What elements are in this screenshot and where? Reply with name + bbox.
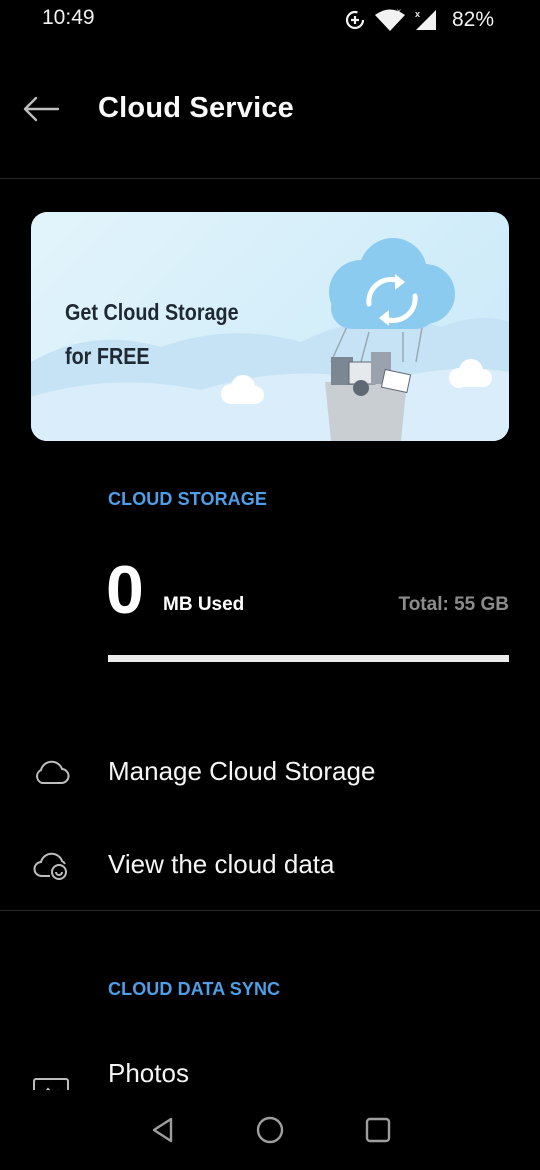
storage-used-unit: MB Used xyxy=(163,594,245,615)
promo-banner[interactable]: Get Cloud Storage for FREE xyxy=(31,212,509,441)
arrow-left-icon xyxy=(23,96,60,122)
back-triangle-icon xyxy=(152,1117,173,1143)
cloud-storage-header: CLOUD STORAGE xyxy=(108,489,267,509)
promo-line-1: Get Cloud Storage xyxy=(65,299,239,325)
status-bar: 10:49 x x 82% xyxy=(0,0,540,40)
cloud-view-icon xyxy=(32,847,70,883)
recents-square-icon xyxy=(365,1117,391,1143)
menu-label-manage: Manage Cloud Storage xyxy=(108,756,376,786)
status-time: 10:49 xyxy=(42,6,95,29)
menu-label-photos: Photos xyxy=(108,1058,189,1088)
promo-text: Get Cloud Storage for FREE xyxy=(65,290,239,378)
photos-sync-item[interactable]: Photos xyxy=(0,1034,540,1090)
data-saver-icon xyxy=(345,10,365,30)
storage-total: Total: 55 GB xyxy=(398,594,510,615)
promo-line-2: for FREE xyxy=(65,343,150,369)
wifi-icon: x xyxy=(374,8,405,31)
cloud-data-sync-header: CLOUD DATA SYNC xyxy=(108,979,281,999)
page-title: Cloud Service xyxy=(98,92,294,124)
nav-home-button[interactable] xyxy=(248,1108,292,1152)
storage-progress-bar xyxy=(108,655,509,662)
svg-text:x: x xyxy=(415,9,420,19)
nav-recents-button[interactable] xyxy=(356,1108,400,1152)
app-bar: Cloud Service xyxy=(0,70,540,150)
back-button[interactable] xyxy=(18,88,64,130)
view-cloud-data-item[interactable]: View the cloud data xyxy=(0,825,540,905)
status-icons: x x 82% xyxy=(344,6,494,34)
manage-cloud-storage-item[interactable]: Manage Cloud Storage xyxy=(0,732,540,812)
home-circle-icon xyxy=(256,1116,284,1144)
header-divider xyxy=(0,178,540,179)
svg-text:x: x xyxy=(397,8,401,16)
menu-label-view: View the cloud data xyxy=(108,849,335,879)
navigation-bar xyxy=(0,1090,540,1170)
nav-back-button[interactable] xyxy=(141,1108,185,1152)
storage-used-value: 0 xyxy=(106,552,144,628)
signal-icon: x xyxy=(415,9,436,30)
cloud-icon xyxy=(32,754,70,790)
battery-percent: 82% xyxy=(451,8,494,31)
section-divider xyxy=(0,910,540,911)
photo-icon xyxy=(32,1074,70,1090)
